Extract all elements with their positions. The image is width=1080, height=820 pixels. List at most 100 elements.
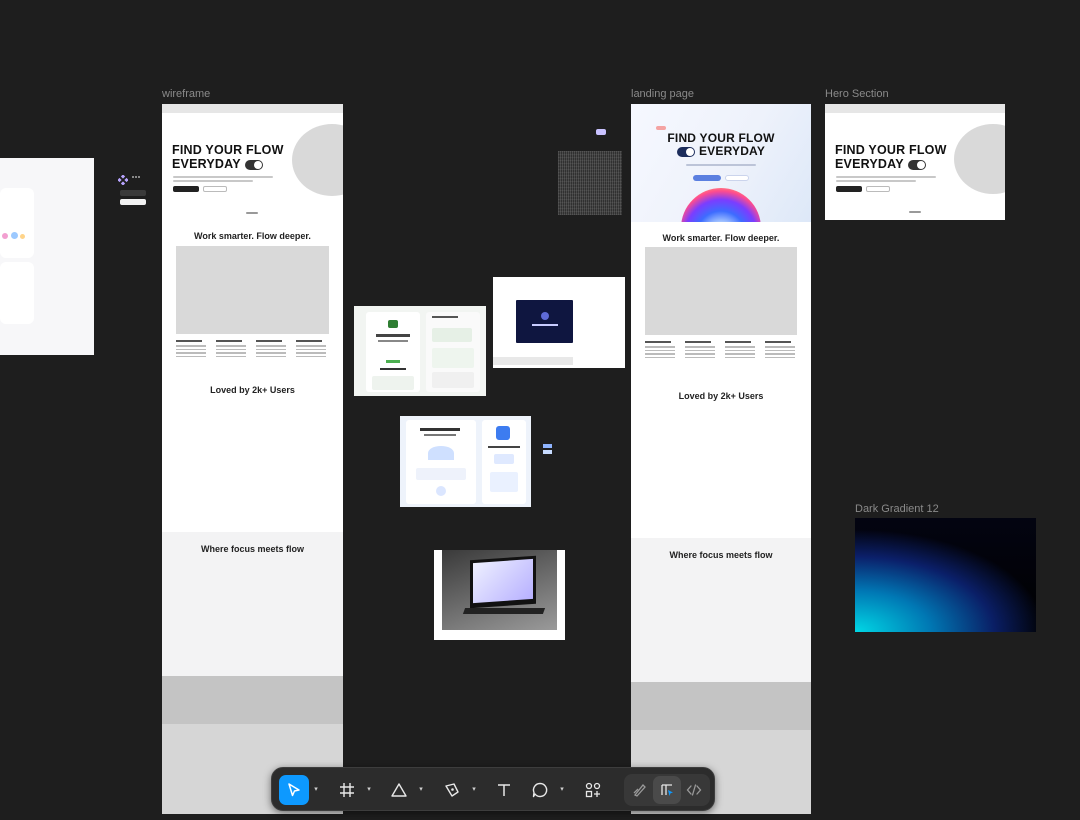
pen-icon (445, 783, 459, 797)
scroll-hint (909, 211, 921, 213)
small-blue-component[interactable] (543, 444, 552, 454)
section-title-focus: Where focus meets flow (200, 544, 305, 554)
frame-wireframe[interactable]: FIND YOUR FLOW EVERYDAY Work smarter. Fl… (162, 104, 343, 814)
frame-label-dark-gradient[interactable]: Dark Gradient 12 (855, 503, 939, 515)
mock-dark-screen (516, 300, 573, 343)
feature-column (256, 340, 286, 359)
frame-landing-page[interactable]: FIND YOUR FLOW EVERYDAY Work smarter. Fl… (631, 104, 811, 814)
feature-column (645, 341, 675, 360)
move-tool-button[interactable] (279, 775, 309, 805)
section-title-testimonials: Loved by 2k+ Users (678, 391, 764, 401)
frame-tool-button[interactable] (332, 775, 362, 805)
draw-mode-icon (633, 784, 646, 797)
nav-bar (825, 104, 1005, 113)
colorful-dots (2, 230, 32, 244)
hero-subtext (173, 176, 273, 178)
section-title-features: Work smarter. Flow deeper. (662, 233, 780, 243)
resources-tool-button[interactable] (578, 775, 608, 805)
mock-card (426, 312, 480, 392)
small-widget-icon[interactable] (596, 129, 606, 135)
feature-column (765, 341, 795, 360)
design-mode-icon (661, 784, 673, 796)
thumbnail-laptop-mockup[interactable] (434, 550, 565, 640)
feature-image-placeholder (176, 246, 329, 334)
nav-bar (162, 104, 343, 113)
hero-subtext (836, 176, 936, 178)
hero-title: FIND YOUR FLOW EVERYDAY (667, 131, 775, 159)
feature-column (216, 340, 246, 359)
resources-icon (585, 782, 601, 798)
mock-card (366, 312, 420, 392)
hero-subtext (173, 180, 253, 182)
hero-image-placeholder (954, 124, 1005, 194)
component-chip[interactable] (120, 199, 146, 205)
design-canvas[interactable]: wireframe FIND YOUR FLOW EVERYDAY Work s… (0, 0, 1080, 820)
frame-label-wireframe[interactable]: wireframe (162, 88, 210, 100)
thumbnail-dark-screen[interactable] (493, 277, 625, 368)
frame-label-landing-page[interactable]: landing page (631, 88, 694, 100)
hero-subtext (836, 180, 916, 182)
mock-card (482, 420, 526, 504)
frame-dark-gradient[interactable] (855, 518, 1036, 632)
laptop-photo (442, 550, 557, 630)
comment-icon (532, 782, 548, 798)
component-icon[interactable] (117, 172, 129, 186)
card-placeholder (0, 188, 34, 258)
feature-column (296, 340, 326, 359)
frame-hero-section[interactable]: FIND YOUR FLOW EVERYDAY (825, 104, 1005, 220)
chevron-down-icon[interactable]: ▾ (365, 785, 373, 795)
text-icon (498, 784, 510, 796)
hero-title: FIND YOUR FLOW EVERYDAY (835, 143, 947, 171)
footer-band (631, 682, 811, 730)
frame-label-hero-section[interactable]: Hero Section (825, 88, 889, 100)
footer-band (162, 676, 343, 724)
component-chip[interactable] (120, 190, 146, 196)
toggle-icon (244, 159, 263, 170)
chevron-down-icon[interactable]: ▾ (558, 785, 566, 795)
section-title-testimonials: Loved by 2k+ Users (210, 385, 295, 395)
text-tool-button[interactable] (489, 775, 519, 805)
hero-secondary-button[interactable] (866, 186, 890, 192)
dev-mode-button[interactable] (680, 776, 708, 804)
hero-secondary-button[interactable] (203, 186, 227, 192)
chevron-down-icon[interactable]: ▾ (417, 785, 425, 795)
hero-primary-button[interactable] (693, 175, 721, 181)
badge (656, 126, 666, 130)
pen-tool-button[interactable] (437, 775, 467, 805)
section-title-focus: Where focus meets flow (669, 550, 773, 560)
component-dots (132, 176, 140, 178)
mock-card (406, 420, 476, 504)
hero-primary-button[interactable] (173, 186, 199, 192)
chevron-down-icon[interactable]: ▾ (312, 785, 320, 795)
hero-title: FIND YOUR FLOW EVERYDAY (172, 143, 284, 171)
gradient-overlay (855, 518, 1036, 632)
thumbnail-blue-screens[interactable] (400, 416, 531, 507)
card-placeholder (0, 262, 34, 324)
section-title-features: Work smarter. Flow deeper. (194, 231, 311, 241)
feature-column (725, 341, 755, 360)
triangle-icon (391, 783, 407, 797)
thumbnail-mobile-screens[interactable] (354, 306, 486, 396)
bottom-toolbar: ▾ ▾ ▾ ▾ ▾ (271, 767, 715, 811)
comment-tool-button[interactable] (525, 775, 555, 805)
hash-frame-icon (340, 783, 354, 797)
hero-image-placeholder (292, 124, 343, 196)
shape-tool-button[interactable] (384, 775, 414, 805)
draw-mode-button[interactable] (626, 776, 654, 804)
scroll-hint (246, 212, 258, 214)
design-mode-button[interactable] (653, 776, 681, 804)
feature-column (685, 341, 715, 360)
feature-column (176, 340, 206, 359)
mode-switcher (624, 774, 710, 806)
hero-secondary-button[interactable] (725, 175, 749, 181)
mock-strip (493, 357, 573, 365)
offscreen-frame-left[interactable] (0, 158, 94, 355)
toggle-icon (907, 159, 926, 170)
cursor-icon (288, 783, 300, 797)
feature-image-placeholder (645, 247, 797, 335)
chevron-down-icon[interactable]: ▾ (470, 785, 478, 795)
toggle-icon (676, 147, 695, 158)
hero-subtext (686, 164, 756, 166)
hero-primary-button[interactable] (836, 186, 862, 192)
noise-texture[interactable] (558, 151, 622, 215)
